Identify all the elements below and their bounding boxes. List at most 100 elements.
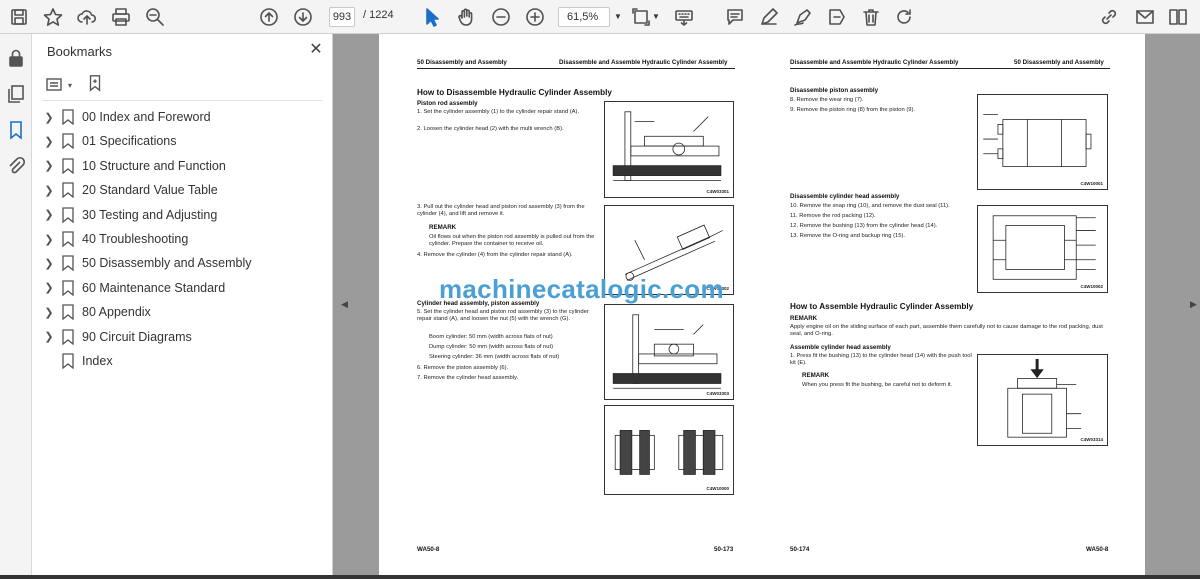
- hand-tool-icon[interactable]: [455, 5, 477, 29]
- sign-icon[interactable]: [792, 5, 814, 29]
- bookmarks-panel: Bookmarks ✕ ▾ ❯ 00 Index and Foreword ❯ 01 …: [32, 34, 333, 579]
- attachments-icon[interactable]: [6, 156, 26, 176]
- print-icon[interactable]: [110, 5, 132, 29]
- step-text: 2. Loosen the cylinder head (2) with the…: [417, 126, 564, 132]
- page-footer-right: WA50-8: [1086, 546, 1109, 553]
- page-thumbnails-icon[interactable]: [6, 84, 26, 104]
- bookmark-label: 80 Appendix: [82, 305, 151, 320]
- page-footer-left: 50-174: [790, 546, 810, 553]
- subsection-title: Assemble cylinder head assembly: [790, 344, 891, 351]
- previous-page-icon[interactable]: [258, 5, 280, 29]
- expand-chevron-icon[interactable]: ❯: [42, 330, 56, 343]
- zoom-dropdown-icon[interactable]: ▼: [614, 12, 622, 21]
- remark-text: Apply engine oil on the sliding surface …: [790, 324, 1103, 338]
- keyboard-icon[interactable]: [673, 5, 695, 29]
- bookmark-item[interactable]: ❯ 20 Standard Value Table: [42, 180, 218, 200]
- expand-chevron-icon[interactable]: ❯: [42, 159, 56, 172]
- bookmark-label: 40 Troubleshooting: [82, 232, 189, 246]
- subsection-title: Piston rod assembly: [417, 100, 478, 107]
- bookmark-label: 50 Disassembly and Assembly: [82, 256, 252, 271]
- pen-icon[interactable]: [758, 5, 780, 29]
- page-number-input[interactable]: 993: [329, 7, 355, 27]
- bookmark-item[interactable]: ❯ 01 Specifications: [42, 131, 177, 151]
- expand-chevron-icon[interactable]: ❯: [42, 184, 56, 197]
- lock-icon[interactable]: [6, 48, 26, 68]
- page-fit-icon[interactable]: [630, 5, 652, 29]
- step-text: 5. Set the cylinder head and piston rod …: [417, 309, 589, 323]
- bookmark-item[interactable]: ❯ 40 Troubleshooting: [42, 229, 188, 249]
- bookmark-flag-icon: [62, 280, 74, 296]
- delete-trash-icon[interactable]: [860, 5, 882, 29]
- upload-cloud-icon[interactable]: [76, 5, 98, 29]
- panel-title: Bookmarks: [47, 44, 113, 59]
- bookmarks-icon[interactable]: [6, 120, 26, 140]
- bookmark-item[interactable]: ❯ 30 Testing and Adjusting: [42, 205, 217, 225]
- expand-chevron-icon[interactable]: ❯: [42, 281, 56, 294]
- next-page-icon[interactable]: [292, 5, 314, 29]
- toolbar: 993 / 1224 61,5% ▼ ▼: [0, 0, 1200, 34]
- figure-piston-assembly: C4W10000: [604, 405, 734, 495]
- zoom-level-field[interactable]: 61,5%: [558, 7, 610, 27]
- remark-text: When you press fit the bushing, be caref…: [802, 382, 953, 388]
- bookmark-item[interactable]: Index: [42, 351, 113, 371]
- page-total: / 1224: [363, 9, 394, 21]
- close-panel-icon[interactable]: ✕: [308, 42, 324, 58]
- bookmark-flag-icon: [62, 133, 74, 150]
- figure-piston-rings: C4W10001: [977, 94, 1108, 190]
- remark-text: Oil flows out when the piston rod assemb…: [429, 234, 595, 248]
- expand-chevron-icon[interactable]: ❯: [42, 111, 56, 124]
- stamp-icon[interactable]: [826, 5, 848, 29]
- zoom-search-icon[interactable]: [144, 5, 166, 29]
- expand-chevron-icon[interactable]: ❯: [42, 257, 56, 270]
- step-text: 1. Set the cylinder assembly (1) to the …: [417, 109, 580, 115]
- bookmark-item[interactable]: ❯ 50 Disassembly and Assembly: [42, 253, 252, 273]
- link-tool-icon[interactable]: [1098, 5, 1120, 29]
- bottom-edge: [0, 575, 1200, 579]
- page-header-left: Disassemble and Assemble Hydraulic Cylin…: [790, 59, 959, 66]
- bookmark-label: 00 Index and Foreword: [82, 110, 211, 124]
- save-icon[interactable]: [8, 5, 30, 29]
- add-bookmark-icon[interactable]: [86, 74, 106, 94]
- collapse-right-arrow-icon[interactable]: ▶: [1190, 299, 1200, 313]
- figure-cylinder-stand: C4W03301: [604, 101, 734, 198]
- section-title: How to Assemble Hydraulic Cylinder Assem…: [790, 302, 974, 311]
- subsection-title: Disassemble cylinder head assembly: [790, 193, 900, 200]
- bookmark-star-icon[interactable]: [42, 5, 64, 29]
- spec-text: Dump cylinder: 50 mm (width across flats…: [429, 344, 554, 350]
- bookmark-flag-icon: [62, 353, 74, 369]
- figure-cylinder-head-seals: C4W10002: [977, 205, 1108, 293]
- expand-chevron-icon[interactable]: ❯: [42, 135, 56, 148]
- bookmark-options-icon[interactable]: ▾: [46, 76, 76, 94]
- bookmark-flag-icon: [62, 109, 74, 125]
- email-icon[interactable]: [1134, 5, 1156, 29]
- step-text: 10. Remove the snap ring (10), and remov…: [790, 203, 950, 209]
- page-footer-right: 50-173: [714, 546, 734, 553]
- pages-view-icon[interactable]: [1167, 5, 1189, 29]
- spec-text: Boom cylinder: 50 mm (width across flats…: [429, 334, 553, 340]
- expand-chevron-icon[interactable]: ❯: [42, 208, 56, 221]
- pdf-page-left: 50 Disassembly and Assembly Disassemble …: [379, 34, 762, 579]
- watermark-text: machinecatalogic.com: [439, 274, 724, 304]
- bookmark-item[interactable]: ❯ 80 Appendix: [42, 302, 151, 322]
- collapse-left-arrow-icon[interactable]: ◀: [341, 299, 351, 313]
- bookmark-item[interactable]: ❯ 00 Index and Foreword: [42, 107, 211, 127]
- redo-icon[interactable]: [894, 5, 916, 29]
- page-footer-left: WA50-8: [417, 546, 440, 553]
- zoom-in-icon[interactable]: [524, 5, 546, 29]
- zoom-out-icon[interactable]: [490, 5, 512, 29]
- fit-dropdown-icon[interactable]: ▼: [652, 12, 660, 21]
- expand-chevron-icon[interactable]: ❯: [42, 306, 56, 319]
- expand-chevron-icon[interactable]: ❯: [42, 233, 56, 246]
- select-cursor-icon[interactable]: [421, 5, 443, 29]
- step-text: 6. Remove the piston assembly (6).: [417, 365, 509, 371]
- step-text: 1. Press fit the bushing (13) to the cyl…: [790, 353, 972, 367]
- bookmark-item[interactable]: ❯ 90 Circuit Diagrams: [42, 327, 192, 347]
- bookmark-item[interactable]: ❯ 60 Maintenance Standard: [42, 278, 225, 298]
- document-viewer: ◀ ▶ 50 Disassembly and Assembly Disassem…: [333, 34, 1200, 579]
- bookmark-item[interactable]: ❯ 10 Structure and Function: [42, 156, 226, 176]
- bookmark-flag-icon: [62, 328, 74, 345]
- comment-icon[interactable]: [724, 5, 746, 29]
- pdf-page-right: Disassemble and Assemble Hydraulic Cylin…: [762, 34, 1145, 579]
- bookmark-flag-icon: [62, 182, 74, 199]
- step-text: 3. Pull out the cylinder head and piston…: [417, 204, 585, 218]
